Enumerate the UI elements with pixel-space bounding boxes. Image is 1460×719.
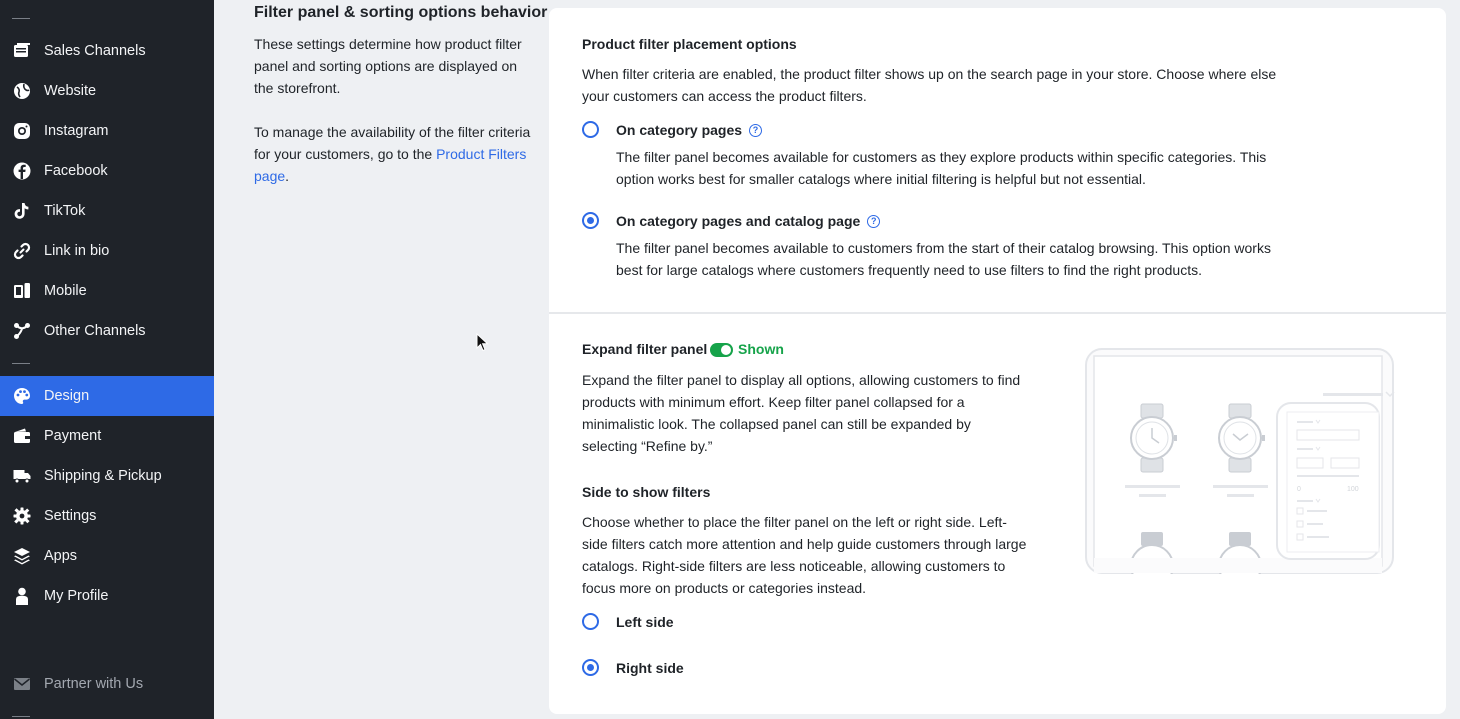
option-category-and-catalog[interactable]: On category pages and catalog page? xyxy=(616,213,881,229)
expand-toggle-state: Shown xyxy=(738,341,784,357)
sidebar-item-apps[interactable]: Apps xyxy=(0,536,214,576)
sidebar-item-link-in-bio[interactable]: Link in bio xyxy=(0,231,214,271)
sidebar: Sales Channels Website Instagram Faceboo… xyxy=(0,0,214,719)
expand-filter-toggle[interactable] xyxy=(710,343,733,357)
sidebar-item-mobile[interactable]: Mobile xyxy=(0,271,214,311)
sidebar-item-shipping[interactable]: Shipping & Pickup xyxy=(0,456,214,496)
sidebar-item-label: Website xyxy=(44,83,97,99)
sales-channels-icon xyxy=(14,43,30,57)
option-category-and-catalog-label: On category pages and catalog page xyxy=(616,213,861,229)
globe-icon xyxy=(14,83,30,99)
gear-icon xyxy=(13,507,31,525)
option-category-and-catalog-description: The filter panel becomes available to cu… xyxy=(616,240,1271,278)
sidebar-item-label: Design xyxy=(44,388,90,404)
sidebar-divider xyxy=(12,18,30,19)
sidebar-item-label: Instagram xyxy=(44,123,109,139)
sidebar-divider xyxy=(12,716,30,717)
sidebar-item-label: My Profile xyxy=(44,588,109,604)
sidebar-item-label: Payment xyxy=(44,428,102,444)
radio-category-and-catalog[interactable] xyxy=(582,212,599,229)
section-title: Filter panel & sorting options behavior xyxy=(254,4,548,21)
settings-card: Product filter placement options When fi… xyxy=(549,8,1446,714)
instagram-icon xyxy=(14,123,30,139)
radio-category-pages[interactable] xyxy=(582,121,599,138)
section-manage-text: To manage the availability of the filter… xyxy=(254,121,539,187)
side-title: Side to show filters xyxy=(582,484,711,500)
mouse-cursor xyxy=(476,333,489,352)
sidebar-item-website[interactable]: Website xyxy=(0,71,214,111)
sidebar-item-tiktok[interactable]: TikTok xyxy=(0,191,214,231)
tiktok-icon xyxy=(14,203,29,219)
other-channels-icon xyxy=(14,323,30,339)
palette-icon xyxy=(14,388,30,404)
option-category-pages-label: On category pages xyxy=(616,122,743,138)
option-category-pages-description: The filter panel becomes available for c… xyxy=(616,149,1267,187)
option-left-side-label[interactable]: Left side xyxy=(616,614,674,630)
truck-icon xyxy=(13,470,31,484)
sidebar-item-payment[interactable]: Payment xyxy=(0,416,214,456)
sidebar-item-label: Settings xyxy=(44,508,97,524)
range-max-label: 100 xyxy=(1347,486,1359,493)
sidebar-item-label: Partner with Us xyxy=(44,676,144,692)
range-min-label: 0 xyxy=(1297,486,1301,493)
section-description-text: These settings determine how product fil… xyxy=(254,36,522,96)
card-divider xyxy=(549,312,1446,314)
sidebar-item-label: Apps xyxy=(44,548,78,564)
sidebar-item-label: Mobile xyxy=(44,283,87,299)
sidebar-item-label: Sales Channels xyxy=(44,43,146,59)
side-description: Choose whether to place the filter panel… xyxy=(582,514,1027,596)
radio-right-side[interactable] xyxy=(582,659,599,676)
sidebar-item-partner[interactable]: Partner with Us xyxy=(0,664,214,704)
help-icon[interactable]: ? xyxy=(867,214,881,228)
radio-left-side[interactable] xyxy=(582,613,599,630)
sidebar-item-label: Other Channels xyxy=(44,323,146,339)
placement-description: When filter criteria are enabled, the pr… xyxy=(582,66,1277,104)
help-icon[interactable]: ? xyxy=(749,123,763,137)
expand-description: Expand the filter panel to display all o… xyxy=(582,372,1021,454)
sidebar-item-facebook[interactable]: Facebook xyxy=(0,151,214,191)
expand-title: Expand filter panel xyxy=(582,341,708,357)
sidebar-item-label: Link in bio xyxy=(44,243,110,259)
link-icon xyxy=(13,242,31,260)
sidebar-item-sales-channels[interactable]: Sales Channels xyxy=(0,31,214,71)
wallet-icon xyxy=(14,428,30,443)
sidebar-divider xyxy=(12,363,30,364)
envelope-icon xyxy=(14,678,30,690)
mobile-icon xyxy=(14,283,30,298)
sidebar-item-my-profile[interactable]: My Profile xyxy=(0,576,214,616)
filter-panel-illustration: 0 100 xyxy=(1085,348,1395,574)
facebook-icon xyxy=(13,162,31,180)
sidebar-item-design[interactable]: Design xyxy=(0,376,214,416)
sidebar-item-other-channels[interactable]: Other Channels xyxy=(0,311,214,351)
option-category-pages[interactable]: On category pages? xyxy=(616,122,763,138)
sidebar-item-label: TikTok xyxy=(44,203,86,219)
manage-text-suffix: . xyxy=(285,168,290,184)
option-right-side-label[interactable]: Right side xyxy=(616,660,684,676)
sidebar-item-settings[interactable]: Settings xyxy=(0,496,214,536)
sidebar-item-instagram[interactable]: Instagram xyxy=(0,111,214,151)
sidebar-item-label: Facebook xyxy=(44,163,108,179)
layers-icon xyxy=(14,548,30,565)
user-icon xyxy=(16,587,28,605)
placement-title: Product filter placement options xyxy=(582,36,797,52)
sidebar-item-label: Shipping & Pickup xyxy=(44,468,162,484)
